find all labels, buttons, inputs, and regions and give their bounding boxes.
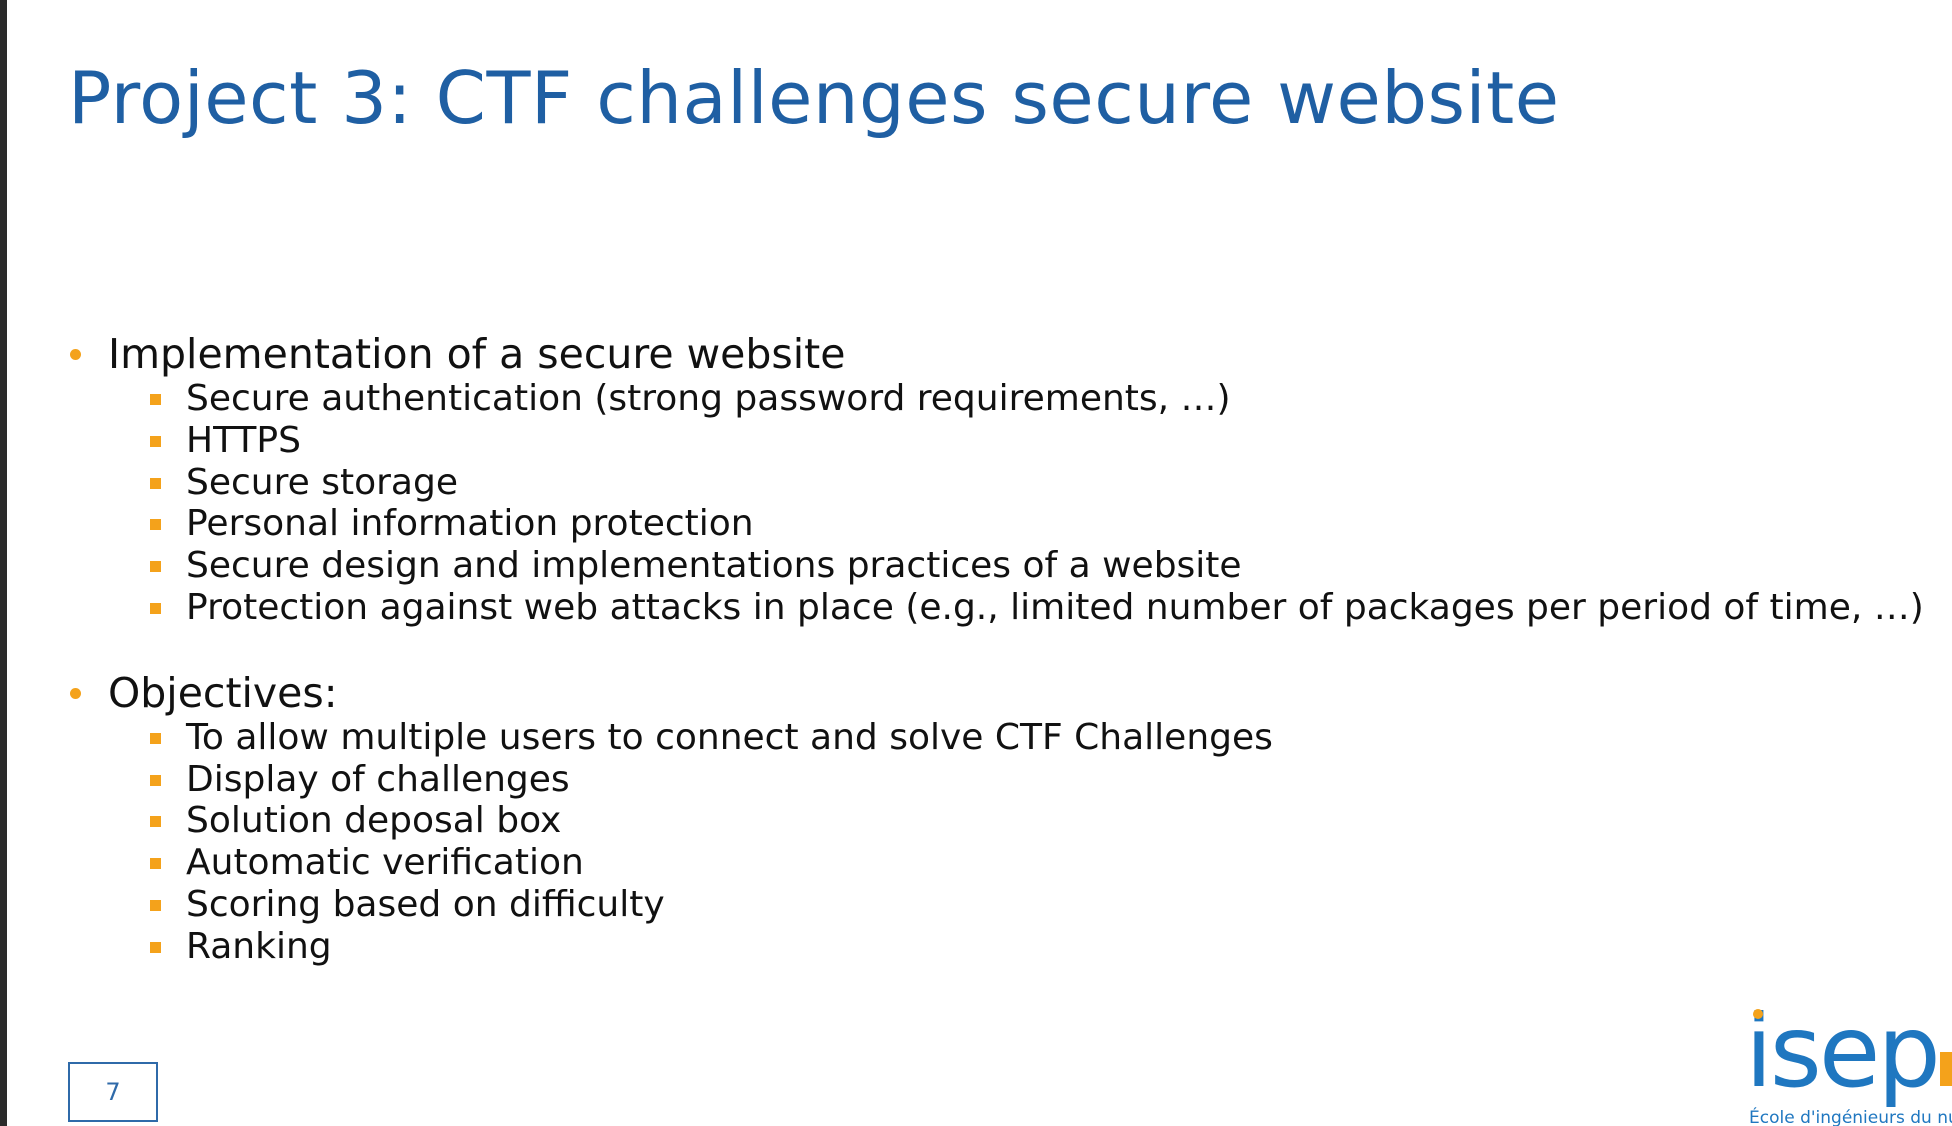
section-heading: Objectives: bbox=[66, 669, 1946, 717]
list-item-text: Display of challenges bbox=[186, 758, 570, 800]
list-item-text: Automatic verification bbox=[186, 842, 584, 884]
slide-title: Project 3: CTF challenges secure website bbox=[68, 56, 1560, 140]
section-heading: Implementation of a secure website bbox=[66, 330, 1946, 378]
list-item-text: Personal information protection bbox=[186, 503, 754, 545]
logo-tagline: École d'ingénieurs du nu bbox=[1749, 1108, 1952, 1126]
square-bullet-icon bbox=[150, 732, 161, 744]
objectives-list: To allow multiple users to connect and s… bbox=[66, 717, 1946, 968]
section-heading-text: Implementation of a secure website bbox=[108, 330, 846, 378]
list-item: Secure storage bbox=[66, 462, 1946, 504]
list-item: Solution deposal box bbox=[66, 800, 1946, 842]
window-edge bbox=[0, 0, 7, 1126]
list-item: To allow multiple users to connect and s… bbox=[66, 717, 1946, 759]
slide: Project 3: CTF challenges secure website… bbox=[0, 0, 1952, 1126]
list-item-text: Solution deposal box bbox=[186, 800, 562, 842]
list-item: Secure authentication (strong password r… bbox=[66, 378, 1946, 420]
square-bullet-icon bbox=[150, 602, 161, 614]
list-item-text: Protection against web attacks in place … bbox=[186, 586, 1924, 628]
logo-dot-icon bbox=[1753, 1009, 1763, 1019]
logo-accent-icon bbox=[1940, 1052, 1952, 1086]
list-item: Display of challenges bbox=[66, 759, 1946, 801]
list-item: HTTPS bbox=[66, 420, 1946, 462]
list-item-text: Scoring based on difficulty bbox=[186, 883, 665, 925]
square-bullet-icon bbox=[150, 858, 161, 870]
implementation-list: Secure authentication (strong password r… bbox=[66, 378, 1946, 629]
list-item-text: Ranking bbox=[186, 925, 332, 967]
square-bullet-icon bbox=[150, 774, 161, 786]
slide-content: Implementation of a secure website Secur… bbox=[66, 330, 1946, 1008]
section-heading-text: Objectives: bbox=[108, 668, 338, 717]
list-item: Ranking bbox=[66, 926, 1946, 968]
square-bullet-icon bbox=[150, 561, 161, 573]
list-item-text: To allow multiple users to connect and s… bbox=[186, 716, 1273, 758]
list-item-text: Secure storage bbox=[186, 461, 458, 503]
slide-number: 7 bbox=[68, 1062, 158, 1122]
list-item: Secure design and implementations practi… bbox=[66, 545, 1946, 587]
square-bullet-icon bbox=[150, 477, 161, 489]
logo-wordmark: isep bbox=[1745, 993, 1941, 1110]
list-item-text: Secure design and implementations practi… bbox=[186, 545, 1242, 587]
square-bullet-icon bbox=[150, 941, 161, 953]
list-item: Automatic verification bbox=[66, 842, 1946, 884]
list-item: Scoring based on difficulty bbox=[66, 884, 1946, 926]
list-item: Protection against web attacks in place … bbox=[66, 587, 1946, 629]
square-bullet-icon bbox=[150, 394, 161, 405]
list-item-text: HTTPS bbox=[186, 419, 301, 461]
list-item: Personal information protection bbox=[66, 503, 1946, 545]
round-bullet-icon bbox=[70, 687, 81, 699]
round-bullet-icon bbox=[70, 349, 81, 360]
square-bullet-icon bbox=[150, 435, 161, 447]
isep-logo: isep École d'ingénieurs du nu bbox=[1745, 1000, 1952, 1126]
section-implementation: Implementation of a secure website Secur… bbox=[66, 330, 1946, 629]
square-bullet-icon bbox=[150, 816, 161, 828]
square-bullet-icon bbox=[150, 519, 161, 531]
slide-number-text: 7 bbox=[105, 1078, 121, 1106]
list-item-text: Secure authentication (strong password r… bbox=[186, 378, 1231, 419]
square-bullet-icon bbox=[150, 899, 161, 911]
section-objectives: Objectives: To allow multiple users to c… bbox=[66, 669, 1946, 968]
